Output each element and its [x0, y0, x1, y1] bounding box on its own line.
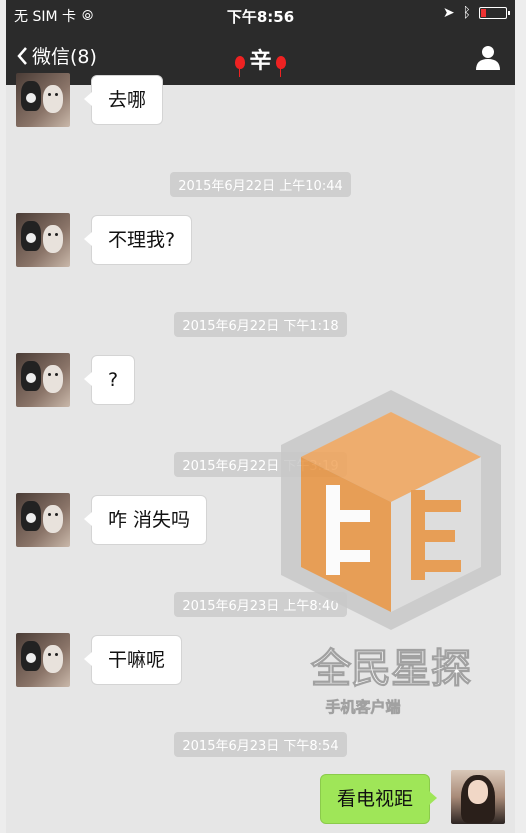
profile-icon[interactable] — [475, 44, 501, 70]
contact-avatar[interactable] — [16, 213, 70, 267]
message-bubble[interactable]: 干嘛呢 — [83, 635, 183, 685]
watermark-logo: 全民星探 手机客户端 — [281, 390, 501, 716]
self-avatar[interactable] — [451, 770, 505, 824]
timestamp: 2015年6月23日 下午8:54 — [6, 732, 515, 757]
contact-avatar[interactable] — [16, 73, 70, 127]
timestamp-text: 2015年6月23日 下午8:54 — [174, 732, 347, 757]
timestamp-text: 2015年6月22日 下午1:18 — [174, 312, 347, 337]
message-bubble[interactable]: 不理我? — [83, 215, 193, 265]
timestamp: 2015年6月22日 下午3:19 — [6, 452, 515, 477]
message-bubble[interactable]: 去哪 — [83, 75, 164, 125]
battery-icon — [479, 7, 510, 19]
contact-avatar[interactable] — [16, 493, 70, 547]
status-time: 下午8:56 — [226, 8, 295, 26]
timestamp-text: 2015年6月22日 上午10:44 — [170, 172, 351, 197]
watermark-subtitle: 手机客户端 — [325, 698, 400, 716]
timestamp-text: 2015年6月23日 上午8:40 — [174, 592, 347, 617]
contact-avatar[interactable] — [16, 633, 70, 687]
balloon-icon — [235, 55, 246, 77]
message-bubble[interactable]: ? — [83, 355, 136, 405]
timestamp: 2015年6月23日 上午8:40 — [6, 592, 515, 617]
bluetooth-icon: ᛒ — [462, 5, 471, 21]
nav-bar: 微信(8) 辛 — [6, 30, 515, 85]
timestamp-text: 2015年6月22日 下午3:19 — [174, 452, 347, 477]
location-arrow-icon: ➤ — [442, 5, 455, 21]
message-bubble-outgoing[interactable]: 看电视距 — [319, 774, 438, 824]
message-bubble[interactable]: 咋 消失吗 — [83, 495, 208, 545]
chat-title: 辛 — [6, 43, 515, 77]
chat-screen: 无 SIM 卡 ⦾ 下午8:56 ➤ ᛒ 微信(8) 辛 去哪 2015年6月2… — [6, 0, 515, 833]
balloon-icon — [275, 55, 286, 77]
timestamp: 2015年6月22日 下午1:18 — [6, 312, 515, 337]
contact-avatar[interactable] — [16, 353, 70, 407]
timestamp: 2015年6月22日 上午10:44 — [6, 172, 515, 197]
message-list[interactable]: 去哪 2015年6月22日 上午10:44 不理我? 2015年6月22日 下午… — [6, 73, 515, 833]
watermark-title: 全民星探 — [310, 646, 471, 692]
status-bar: 无 SIM 卡 ⦾ 下午8:56 ➤ ᛒ — [6, 0, 515, 30]
status-right: ➤ ᛒ — [442, 5, 510, 21]
chat-title-text: 辛 — [249, 49, 272, 74]
